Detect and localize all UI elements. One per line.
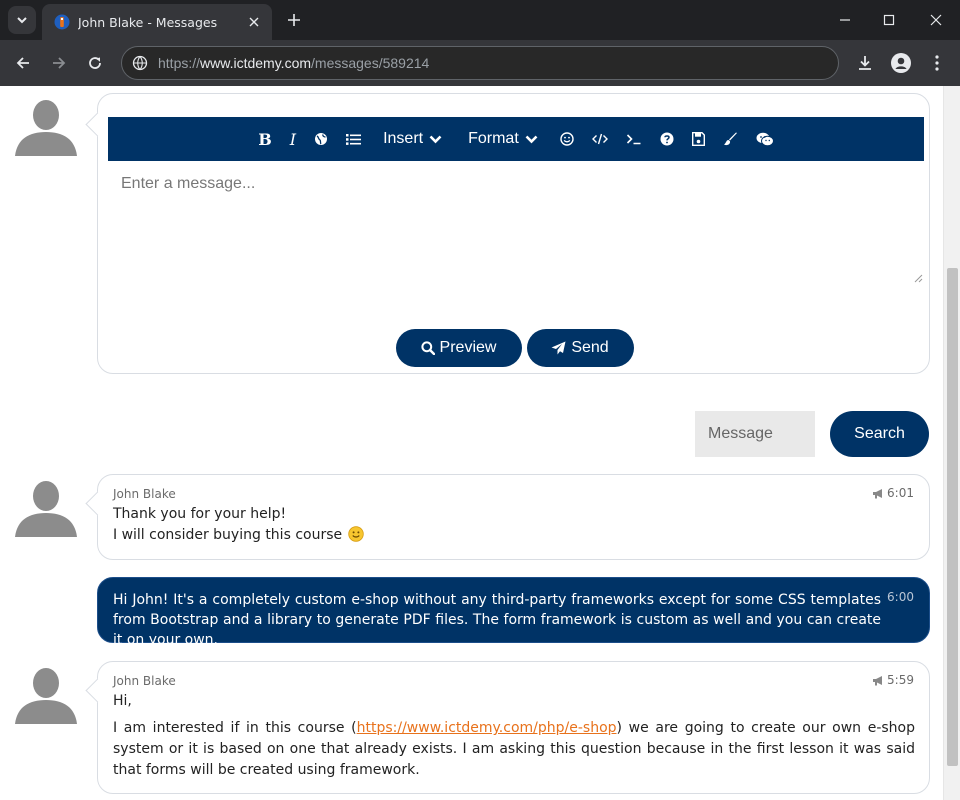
bold-button[interactable]: B: [249, 117, 281, 161]
smiley-emoji-icon: [347, 526, 364, 542]
page-viewport: B I Insert Format Enter a message... Pre…: [0, 86, 960, 800]
globe-icon[interactable]: [305, 117, 337, 161]
back-arrow-icon[interactable]: [9, 49, 37, 77]
browser-tab-bar: John Blake - Messages: [0, 0, 960, 40]
course-link[interactable]: https://www.ictdemy.com/php/e-shop: [357, 720, 617, 736]
message-body: Thank you for your help! I will consider…: [113, 504, 364, 546]
message-line: Thank you for your help!: [113, 506, 287, 522]
message-outgoing: 6:00 Hi John! It's a completely custom e…: [97, 577, 930, 648]
editor-toolbar: B I Insert Format: [108, 117, 924, 161]
message-author: John Blake: [113, 487, 176, 501]
message-time: 6:01: [872, 486, 914, 500]
send-button[interactable]: Send: [526, 329, 634, 367]
profile-icon[interactable]: [887, 49, 915, 77]
help-icon[interactable]: [651, 117, 683, 161]
preview-label: Preview: [439, 339, 497, 356]
tab-title: John Blake - Messages: [78, 14, 218, 30]
close-window-icon[interactable]: [914, 4, 958, 36]
chevron-down-icon: [17, 17, 27, 24]
site-favicon-icon: [54, 14, 70, 30]
address-bar[interactable]: https://www.ictdemy.com/messages/589214: [121, 46, 839, 80]
message-textarea[interactable]: [108, 163, 924, 285]
code-icon[interactable]: [583, 117, 617, 161]
save-icon[interactable]: [683, 117, 714, 161]
sender-avatar-icon: [15, 668, 77, 724]
reload-icon[interactable]: [81, 49, 109, 77]
format-menu-label: Format: [468, 130, 519, 147]
message-search-input[interactable]: [695, 411, 815, 457]
chevron-down-icon: [429, 135, 442, 143]
url-text: https://www.ictdemy.com/messages/589214: [158, 55, 430, 71]
tab-search-button[interactable]: [8, 6, 36, 34]
megaphone-icon: [873, 488, 883, 498]
scrollbar-thumb[interactable]: [947, 268, 958, 766]
insert-menu-label: Insert: [383, 130, 424, 147]
paper-plane-icon: [551, 341, 566, 355]
message-time: 5:59: [872, 673, 914, 687]
page-scrollbar[interactable]: [943, 86, 960, 800]
format-menu[interactable]: Format: [455, 117, 551, 161]
terminal-icon[interactable]: [617, 117, 651, 161]
composer-actions: Preview Send: [98, 329, 931, 367]
message-author: John Blake: [113, 674, 176, 688]
smiley-icon[interactable]: [551, 117, 583, 161]
wechat-icon[interactable]: [747, 117, 783, 161]
chevron-down-icon: [525, 135, 538, 143]
forward-arrow-icon[interactable]: [45, 49, 73, 77]
search-button[interactable]: Search: [830, 411, 929, 457]
sender-avatar-icon: [15, 481, 77, 537]
menu-kebab-icon[interactable]: [923, 49, 951, 77]
minimize-window-icon[interactable]: [823, 4, 867, 36]
message-body: Hi John! It's a completely custom e-shop…: [113, 592, 881, 648]
message-time: 6:00: [887, 590, 914, 604]
message-greeting: Hi,: [113, 693, 132, 709]
paintbrush-icon[interactable]: [714, 117, 747, 161]
megaphone-icon: [873, 675, 883, 685]
browser-toolbar: https://www.ictdemy.com/messages/589214: [0, 40, 960, 86]
browser-tab-active[interactable]: John Blake - Messages: [42, 4, 272, 40]
message-incoming: John Blake 5:59 Hi, I am interested if i…: [97, 661, 930, 794]
message-incoming: John Blake 6:01 Thank you for your help!…: [97, 474, 930, 560]
send-label: Send: [571, 339, 609, 356]
user-avatar-icon: [15, 100, 77, 156]
preview-button[interactable]: Preview: [395, 329, 522, 367]
resize-grip-icon[interactable]: [914, 274, 923, 283]
maximize-window-icon[interactable]: [867, 4, 911, 36]
search-icon: [420, 341, 435, 355]
site-info-icon[interactable]: [132, 55, 148, 71]
list-icon[interactable]: [337, 117, 370, 161]
italic-button[interactable]: I: [281, 117, 305, 161]
download-icon[interactable]: [851, 49, 879, 77]
message-line: I will consider buying this course: [113, 525, 364, 546]
insert-menu[interactable]: Insert: [370, 117, 455, 161]
message-composer: B I Insert Format Enter a message... Pre…: [97, 93, 930, 374]
new-tab-icon[interactable]: [282, 8, 306, 32]
close-tab-icon[interactable]: [244, 12, 264, 32]
message-body: I am interested if in this course (https…: [113, 720, 915, 778]
